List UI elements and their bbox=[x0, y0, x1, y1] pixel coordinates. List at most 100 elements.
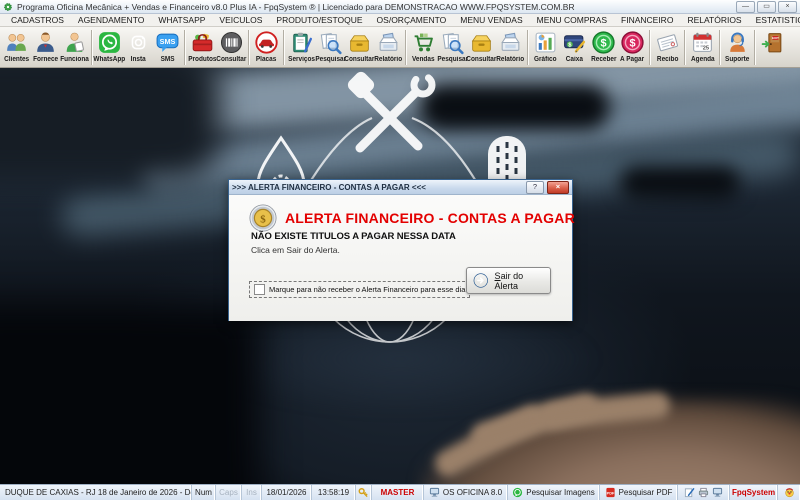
dialog-close-button[interactable]: × bbox=[547, 180, 569, 194]
status-caps-lock: Caps bbox=[216, 485, 242, 500]
toolbar-whatsapp[interactable]: WhatsApp bbox=[94, 28, 125, 67]
toolbar-servicos[interactable]: Serviços bbox=[287, 28, 316, 67]
status-tools-panel bbox=[678, 485, 730, 500]
toolbar-label: Suporte bbox=[725, 56, 750, 63]
toolbar-pesquisar-vendas[interactable]: Pesquisar bbox=[437, 28, 468, 67]
supplier-icon bbox=[33, 30, 58, 55]
menu-estatistica[interactable]: ESTATISTICA bbox=[749, 15, 800, 25]
sair-do-alerta-button[interactable]: Sair do Alerta bbox=[466, 267, 551, 294]
application-window: Programa Oficina Mecânica + Vendas e Fin… bbox=[0, 0, 800, 500]
toolbar-label: Agenda bbox=[690, 56, 715, 63]
chart-icon bbox=[533, 30, 558, 55]
toolbar-label: Serviços bbox=[288, 56, 315, 63]
status-os-panel: OS OFICINA 8.0 bbox=[424, 485, 508, 500]
toolbar-label: Pesquisar bbox=[437, 56, 468, 63]
receive-coin-icon bbox=[591, 30, 616, 55]
menu-os-orcamento[interactable]: OS/ORÇAMENTO bbox=[370, 15, 454, 25]
toolbar-label: Gráfico bbox=[534, 56, 557, 63]
toolbar-produtos[interactable]: Produtos bbox=[188, 28, 217, 67]
toolbar-label: Placas bbox=[256, 56, 277, 63]
exit-door-icon bbox=[760, 30, 785, 55]
status-date: 18/01/2026 bbox=[262, 485, 312, 500]
pen-document-icon[interactable] bbox=[684, 487, 695, 498]
close-button[interactable]: × bbox=[778, 0, 797, 13]
pay-coin-icon bbox=[620, 30, 645, 55]
toolbar-label: Consultar bbox=[216, 56, 247, 63]
toolbar-a-pagar[interactable]: A Pagar bbox=[618, 28, 647, 67]
toolbar-label: SMS bbox=[160, 56, 175, 63]
toolbar-clientes[interactable]: Clientes bbox=[2, 28, 31, 67]
toolbar-grafico[interactable]: Gráfico bbox=[531, 28, 560, 67]
search-documents-icon bbox=[440, 30, 465, 55]
menu-menu-compras[interactable]: MENU COMPRAS bbox=[530, 15, 614, 25]
toolbar-separator bbox=[405, 30, 407, 65]
dialog-hint: Clica em Sair do Alerta. bbox=[251, 245, 340, 255]
toolbar-pesquisar-os[interactable]: Pesquisar bbox=[315, 28, 346, 67]
toolbar-vendas[interactable]: Vendas bbox=[409, 28, 438, 67]
menu-cadastros[interactable]: CADASTROS bbox=[4, 15, 71, 25]
toolbar-sair[interactable] bbox=[758, 28, 787, 67]
toolbar-caixa[interactable]: Caixa bbox=[560, 28, 589, 67]
toolbar-consultar-os[interactable]: Consultar bbox=[344, 28, 375, 67]
toolbar-label: Consultar bbox=[466, 56, 497, 63]
toolbar-separator bbox=[184, 30, 186, 65]
status-location: DUQUE DE CAXIAS - RJ 18 de Janeiro de 20… bbox=[0, 485, 192, 500]
suppress-alert-checkbox-row[interactable]: Marque para não receber o Alerta Finance… bbox=[249, 281, 471, 298]
toolbar-recibo[interactable]: Recibo bbox=[653, 28, 682, 67]
dialog-title: >>> ALERTA FINANCEIRO - CONTAS A PAGAR <… bbox=[232, 182, 426, 192]
dialog-message: NÃO EXISTE TITULOS A PAGAR NESSA DATA bbox=[251, 231, 456, 242]
toolbar-suporte[interactable]: Suporte bbox=[723, 28, 752, 67]
status-insert: Ins bbox=[242, 485, 262, 500]
dialog-help-button[interactable]: ? bbox=[526, 180, 544, 194]
maximize-button[interactable]: ▭ bbox=[757, 0, 776, 13]
status-user: MASTER bbox=[372, 485, 424, 500]
monitor-icon[interactable] bbox=[712, 487, 723, 498]
menu-bar: CADASTROS AGENDAMENTO WHATSAPP VEICULOS … bbox=[0, 14, 800, 27]
status-time: 13:58:19 bbox=[312, 485, 356, 500]
toolbar-separator bbox=[719, 30, 721, 65]
window-title: Programa Oficina Mecânica + Vendas e Fin… bbox=[17, 1, 575, 12]
status-key-panel bbox=[356, 485, 372, 500]
toolbar-label: Receber bbox=[590, 56, 617, 63]
dialog-title-bar[interactable]: >>> ALERTA FINANCEIRO - CONTAS A PAGAR <… bbox=[229, 180, 572, 195]
toolbar-relatorio-vendas[interactable]: Relatório bbox=[496, 28, 525, 67]
status-search-images[interactable]: Pesquisar Imagens bbox=[508, 485, 600, 500]
menu-menu-vendas[interactable]: MENU VENDAS bbox=[453, 15, 529, 25]
toolbar-sms[interactable]: SMS bbox=[153, 28, 182, 67]
status-os-label: OS OFICINA 8.0 bbox=[442, 488, 503, 497]
search-pdf-label: Pesquisar PDF bbox=[618, 488, 673, 497]
menu-whatsapp[interactable]: WHATSAPP bbox=[151, 15, 212, 25]
toolbar-consultar-produtos[interactable]: Consultar bbox=[216, 28, 247, 67]
menu-produto-estoque[interactable]: PRODUTO/ESTOQUE bbox=[269, 15, 369, 25]
whatsapp-icon bbox=[512, 487, 523, 498]
toolbar-relatorio-os[interactable]: Relatório bbox=[374, 28, 403, 67]
menu-agendamento[interactable]: AGENDAMENTO bbox=[71, 15, 151, 25]
menu-veiculos[interactable]: VEICULOS bbox=[212, 15, 269, 25]
toolbar-receber[interactable]: Receber bbox=[589, 28, 618, 67]
toolbar-agenda[interactable]: Agenda bbox=[688, 28, 717, 67]
wrench-screwdriver-icon bbox=[347, 71, 436, 153]
status-search-pdf[interactable]: Pesquisar PDF bbox=[600, 485, 678, 500]
toolbar-placas[interactable]: Placas bbox=[252, 28, 281, 67]
toolbar-separator bbox=[649, 30, 651, 65]
toolbar-label: Caixa bbox=[565, 56, 584, 63]
toolbar-separator bbox=[283, 30, 285, 65]
toolbar-funciona[interactable]: Funciona bbox=[60, 28, 89, 67]
menu-relatorios[interactable]: RELATÓRIOS bbox=[680, 15, 748, 25]
car-plate-icon bbox=[254, 30, 279, 55]
toolbar-insta[interactable]: Insta bbox=[124, 28, 153, 67]
clown-smiley-icon bbox=[784, 487, 795, 498]
toolbar-consultar-vendas[interactable]: Consultar bbox=[466, 28, 497, 67]
toolbar-fornece[interactable]: Fornece bbox=[31, 28, 60, 67]
products-toolbox-icon bbox=[190, 30, 215, 55]
alerta-financeiro-dialog: >>> ALERTA FINANCEIRO - CONTAS A PAGAR <… bbox=[228, 179, 575, 321]
printer-icon[interactable] bbox=[698, 487, 709, 498]
menu-financeiro[interactable]: FINANCEIRO bbox=[614, 15, 680, 25]
search-images-label: Pesquisar Imagens bbox=[526, 488, 595, 497]
toolbar-label: Funciona bbox=[60, 56, 89, 63]
toolbar-label: Relatório bbox=[374, 56, 403, 63]
suppress-alert-checkbox[interactable] bbox=[254, 284, 265, 295]
minimize-button[interactable]: — bbox=[736, 0, 755, 13]
sms-icon bbox=[155, 30, 180, 55]
calendar-icon bbox=[690, 30, 715, 55]
